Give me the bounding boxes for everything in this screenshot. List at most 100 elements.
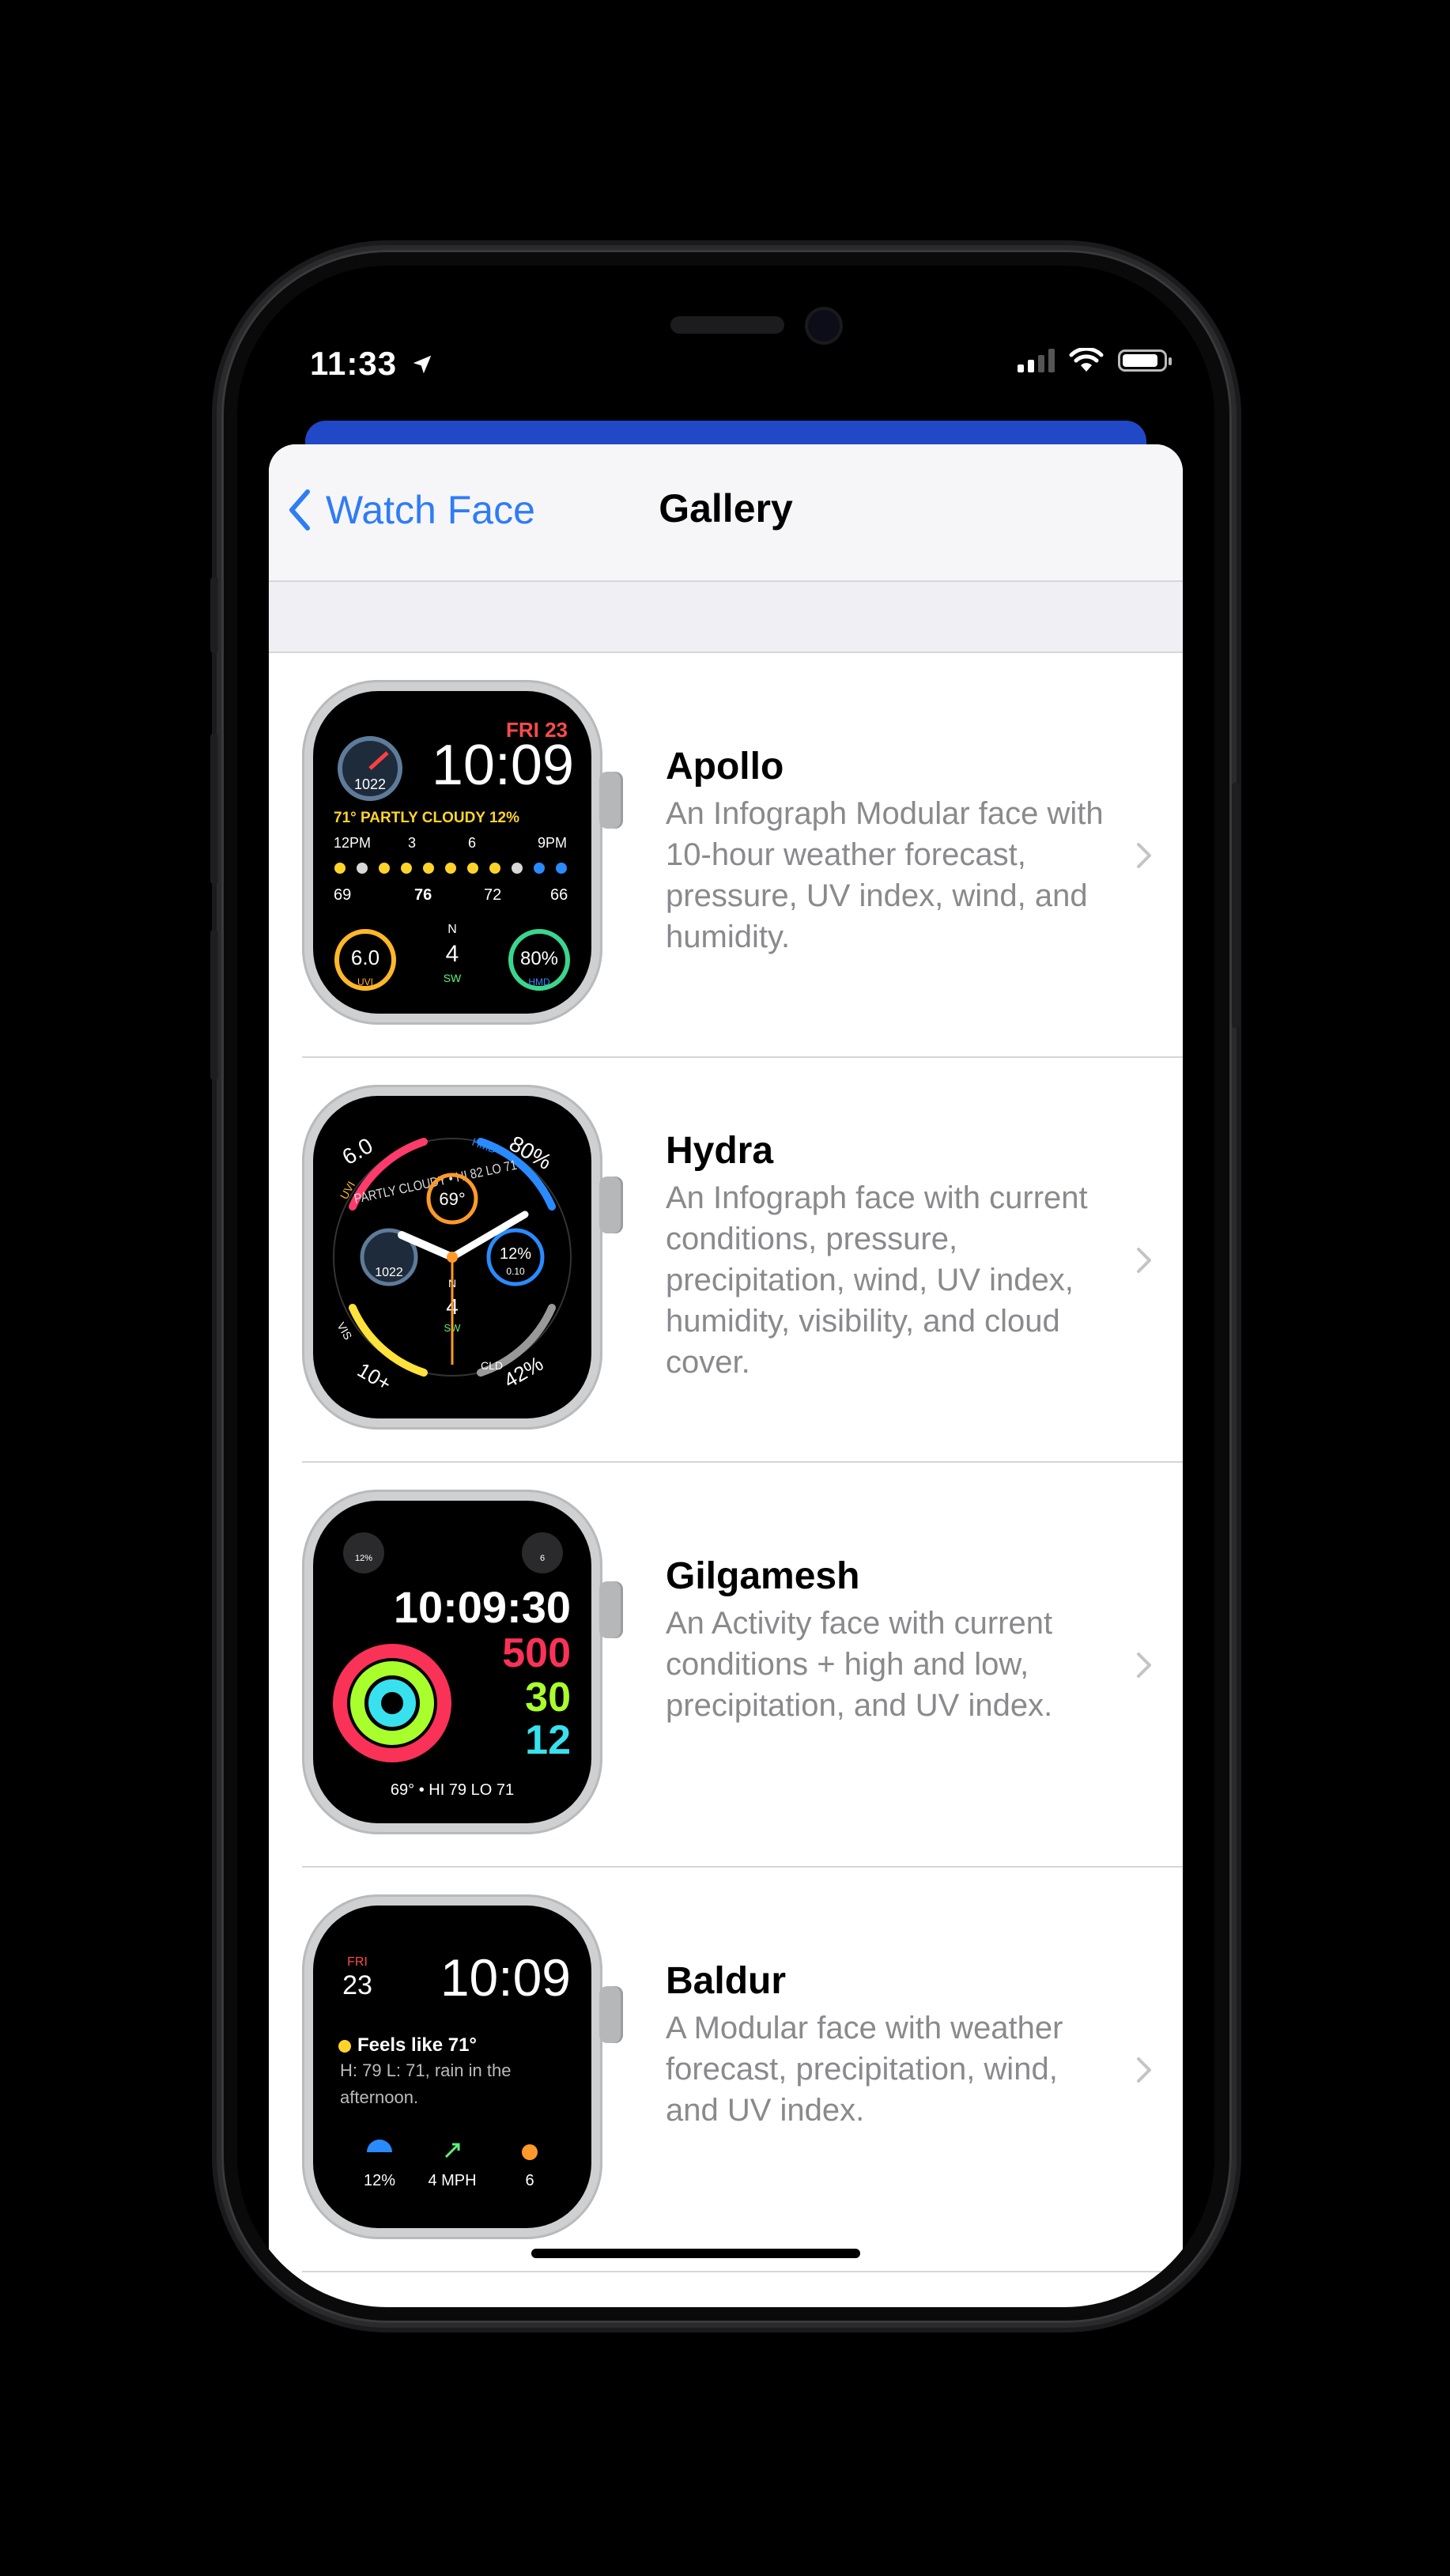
digital-crown [599,1581,623,1638]
face-row-apollo[interactable]: FRI 23 1022 10:09 71° PARTLY CLOUDY 12% … [269,653,1183,1058]
hydra-hmd-label: HMD [470,1135,498,1156]
face-title: Baldur [666,1960,787,2002]
face-info: Gilgamesh An Activity face with current … [666,1554,1108,1726]
face-title: Hydra [666,1130,774,1172]
gilgamesh-watch-face: 12% 6 10:09:30 500 30 12 69° • HI 79 LO … [313,1501,591,1823]
watch-case: FRI 23 1022 10:09 71° PARTLY CLOUDY 12% … [302,680,602,1025]
face-description: A Modular face with weather forecast, pr… [666,2011,1063,2128]
baldur-date: 23 [342,1970,372,2000]
battery-icon [1118,349,1172,372]
volume-down-button [210,930,218,1080]
hydra-visibility: 10+ [353,1358,395,1396]
gilgamesh-precip: 12% [355,1554,372,1563]
status-icons [1018,348,1172,373]
face-info: Apollo An Infograph Modular face with 10… [666,745,1108,958]
gallery-sheet: Watch Face Gallery FRI 23 1022 10:09 71°… [269,444,1183,2307]
earpiece [670,316,784,334]
apollo-uv-label: UVI [357,976,373,988]
home-indicator[interactable] [531,2249,860,2258]
temp-label: 72 [484,886,501,904]
hour-label: 12PM [334,835,371,851]
exercise-ring [350,1661,434,1745]
power-button [1232,783,1240,1028]
chevron-right-icon [1137,843,1151,868]
hydra-precip-sub: 0.10 [506,1266,525,1277]
apollo-pressure: 1022 [354,776,386,792]
stand-ring [368,1679,416,1727]
gilgamesh-weather: 69° • HI 79 LO 71 [391,1781,514,1799]
phone-screen: 11:33 Watch Face Gallery FRI 23 1022 10:… [237,266,1214,2307]
hydra-precip: 12% [500,1245,531,1263]
row-divider [302,2271,1183,2272]
uv-complication [522,1532,563,1573]
face-info: Baldur A Modular face with weather forec… [666,1959,1108,2131]
face-title: Apollo [666,746,784,788]
hydra-watch-face: 6.0 80% UVI HMD PARTLY CLOUDY • HI 82 LO… [313,1096,591,1418]
apollo-watch-face: FRI 23 1022 10:09 71° PARTLY CLOUDY 12% … [313,691,591,1014]
face-row-hydra[interactable]: 6.0 80% UVI HMD PARTLY CLOUDY • HI 82 LO… [269,1058,1183,1463]
hour-label: 9PM [538,835,567,851]
face-info: Hydra An Infograph face with current con… [666,1129,1108,1383]
apollo-condition: 71° PARTLY CLOUDY 12% [334,810,519,826]
hydra-vis-label: VIS [334,1320,354,1343]
chevron-right-icon [1137,1652,1151,1678]
partly-cloudy-icon [338,2040,351,2053]
status-time: 11:33 [310,345,434,383]
baldur-wind: 4 MPH [428,2172,476,2189]
hydra-temp: 69° [439,1189,465,1209]
location-arrow-icon [413,355,432,374]
hydra-cld-label: CLD [481,1359,503,1372]
apollo-wind: 4 [446,941,459,967]
gilgamesh-time: 10:09:30 [394,1582,571,1632]
navigation-bar: Watch Face Gallery [269,444,1183,582]
apollo-humidity: 80% [520,948,558,969]
baldur-day: FRI [347,1955,368,1969]
baldur-precip: 12% [364,2172,395,2189]
face-description: An Infograph Modular face with 10-hour w… [666,796,1104,954]
hydra-uv: 6.0 [338,1133,377,1169]
baldur-time: 10:09 [440,1948,571,2007]
gilgamesh-uv: 6 [540,1554,545,1563]
baldur-watch-face: FRI 23 10:09 Feels like 71° H: 79 L: 71,… [313,1906,591,2228]
action-button [210,577,218,653]
gilgamesh-exercise: 30 [525,1675,571,1720]
sun-icon [522,2144,538,2160]
hour-label: 3 [408,835,416,851]
page-title: Gallery [659,486,793,531]
umbrella-icon [367,2140,392,2152]
precip-complication [343,1532,384,1573]
temp-label: 76 [414,886,432,904]
apollo-uv: 6.0 [351,946,379,969]
gilgamesh-move: 500 [502,1630,571,1676]
volume-up-button [210,734,218,884]
hydra-pressure: 1022 [375,1266,403,1279]
temp-label: 66 [550,886,568,904]
cellular-signal-icon [1018,349,1055,372]
apollo-humidity-label: HMD [528,976,550,988]
apollo-wind-dir: SW [444,972,462,984]
wifi-icon [1069,348,1104,372]
face-title: Gilgamesh [666,1555,860,1597]
chevron-right-icon [1137,2057,1151,2083]
wind-arrow-icon [444,2143,460,2159]
apollo-time: 10:09 [432,734,574,797]
watch-case: 6.0 80% UVI HMD PARTLY CLOUDY • HI 82 LO… [302,1085,602,1430]
baldur-uv: 6 [525,2172,534,2189]
watch-case: FRI 23 10:09 Feels like 71° H: 79 L: 71,… [302,1894,602,2239]
hand-pivot [447,1252,458,1263]
digital-crown [599,772,623,829]
watch-case: 12% 6 10:09:30 500 30 12 69° • HI 79 LO … [302,1490,602,1834]
gilgamesh-stand: 12 [525,1717,571,1763]
face-description: An Activity face with current conditions… [666,1606,1053,1723]
digital-crown [599,1986,623,2043]
face-row-baldur[interactable]: FRI 23 10:09 Feels like 71° H: 79 L: 71,… [269,1868,1183,2272]
forecast-dots [334,863,567,874]
section-header-spacer [269,582,1183,653]
apollo-compass-n: N [447,923,457,936]
hour-label: 6 [468,835,476,851]
temp-label: 69 [334,886,351,904]
face-description: An Infograph face with current condition… [666,1180,1088,1380]
chevron-right-icon [1137,1248,1151,1273]
face-row-gilgamesh[interactable]: 12% 6 10:09:30 500 30 12 69° • HI 79 LO … [269,1463,1183,1868]
digital-crown [599,1177,623,1233]
